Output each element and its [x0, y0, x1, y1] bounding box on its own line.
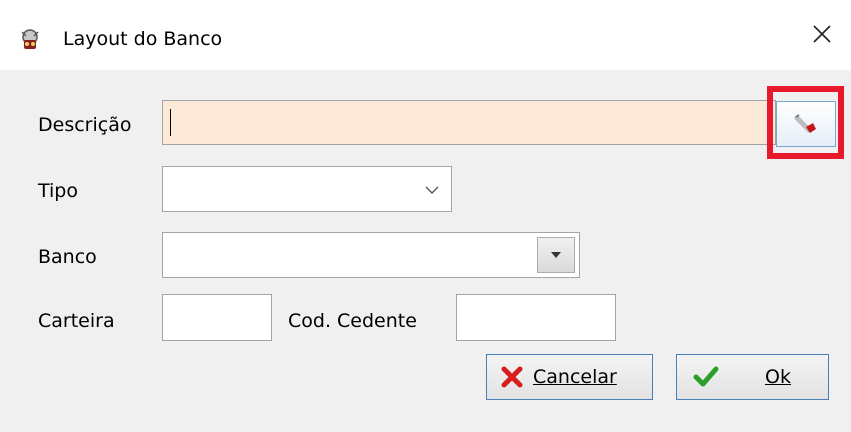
banco-dropdown-button[interactable]	[537, 237, 575, 273]
app-icon	[17, 26, 43, 52]
cod-cedente-label: Cod. Cedente	[288, 310, 417, 332]
tipo-label: Tipo	[38, 180, 78, 202]
check-icon	[693, 366, 719, 387]
carteira-input[interactable]	[162, 294, 272, 341]
cancelar-label: Cancelar	[533, 366, 617, 388]
ok-button[interactable]: Ok	[676, 354, 829, 400]
close-button[interactable]	[793, 8, 851, 60]
banco-combobox[interactable]	[162, 232, 580, 278]
chevron-down-icon	[425, 186, 439, 194]
descricao-input[interactable]	[162, 100, 776, 145]
close-icon	[813, 25, 831, 43]
text-caret	[170, 109, 171, 136]
window-title: Layout do Banco	[63, 28, 223, 50]
x-icon	[501, 366, 523, 388]
layout-banco-dialog: Layout do Banco Descrição Tipo Banco Car…	[0, 0, 851, 432]
ok-label: Ok	[765, 366, 791, 388]
cancelar-button[interactable]: Cancelar	[486, 354, 653, 400]
tipo-select[interactable]	[162, 166, 452, 212]
red-highlight-box	[767, 86, 844, 159]
title-bar: Layout do Banco	[0, 0, 851, 70]
carteira-label: Carteira	[38, 310, 115, 332]
banco-label: Banco	[38, 246, 97, 268]
descricao-label: Descrição	[38, 114, 132, 136]
cod-cedente-input[interactable]	[456, 294, 616, 341]
dropdown-arrow-icon	[551, 252, 561, 258]
